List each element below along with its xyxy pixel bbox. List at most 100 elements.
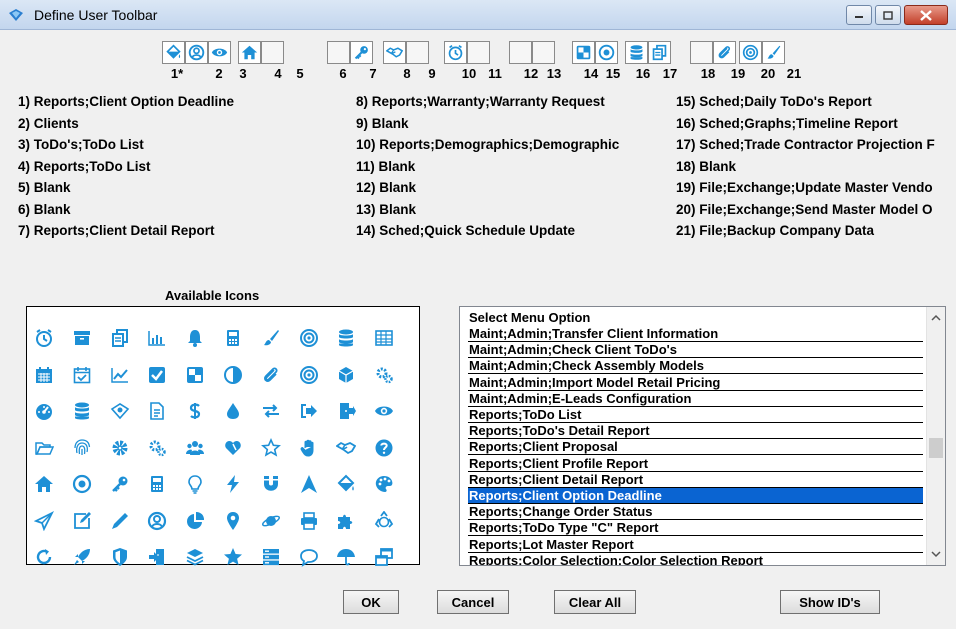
available-icon-cell[interactable] [33, 510, 55, 532]
menu-option-item[interactable]: Reports;Change Order Status [468, 504, 923, 521]
menu-option-item[interactable]: Reports;Client Option Deadline [468, 488, 923, 504]
toolbar-slot-4[interactable] [238, 41, 261, 64]
available-icon-cell[interactable] [33, 473, 55, 495]
scroll-up-icon[interactable] [931, 313, 941, 323]
toolbar-slot-18[interactable] [690, 41, 713, 64]
available-icon-cell[interactable] [373, 473, 395, 495]
toolbar-slot-9[interactable] [406, 41, 429, 64]
menu-option-item[interactable]: Reports;Color Selection;Color Selection … [468, 553, 923, 565]
cancel-button[interactable]: Cancel [437, 590, 509, 614]
available-icon-cell[interactable] [373, 546, 395, 568]
available-icon-cell[interactable] [373, 327, 395, 349]
menu-option-item[interactable]: Maint;Admin;Import Model Retail Pricing [468, 375, 923, 391]
menu-option-item[interactable]: Reports;Client Detail Report [468, 472, 923, 488]
menu-option-item[interactable]: Maint;Admin;E-Leads Configuration [468, 391, 923, 407]
toolbar-slot-5[interactable] [261, 41, 284, 64]
available-icon-cell[interactable] [222, 546, 244, 568]
menu-option-item[interactable]: Reports;ToDo List [468, 407, 923, 423]
available-icon-cell[interactable] [71, 510, 93, 532]
toolbar-slot-6[interactable] [327, 41, 350, 64]
toolbar-slot-10[interactable] [444, 41, 467, 64]
toolbar-slot-15[interactable] [595, 41, 618, 64]
available-icon-cell[interactable] [298, 473, 320, 495]
scroll-thumb[interactable] [929, 438, 943, 458]
available-icon-cell[interactable] [109, 473, 131, 495]
available-icon-cell[interactable] [298, 437, 320, 459]
available-icon-cell[interactable] [184, 437, 206, 459]
available-icon-cell[interactable] [146, 546, 168, 568]
menu-option-list[interactable]: Maint;Admin;Transfer Client Information M… [459, 306, 946, 566]
available-icon-cell[interactable] [33, 364, 55, 386]
available-icon-cell[interactable] [71, 437, 93, 459]
available-icon-cell[interactable] [298, 546, 320, 568]
available-icon-cell[interactable] [298, 400, 320, 422]
available-icon-cell[interactable] [109, 546, 131, 568]
available-icon-cell[interactable] [222, 327, 244, 349]
available-icon-cell[interactable] [260, 546, 282, 568]
available-icon-cell[interactable] [33, 546, 55, 568]
available-icon-cell[interactable] [146, 437, 168, 459]
close-button[interactable] [904, 5, 948, 25]
available-icon-cell[interactable] [71, 546, 93, 568]
available-icon-cell[interactable] [335, 473, 357, 495]
menu-option-item[interactable]: Reports;ToDo Type "C" Report [468, 520, 923, 537]
available-icon-cell[interactable] [260, 364, 282, 386]
minimize-button[interactable] [846, 5, 872, 25]
available-icon-cell[interactable] [335, 546, 357, 568]
toolbar-slot-14[interactable] [572, 41, 595, 64]
menu-option-item[interactable]: Reports;Client Profile Report [468, 456, 923, 472]
available-icon-cell[interactable] [222, 400, 244, 422]
available-icon-cell[interactable] [222, 510, 244, 532]
available-icon-cell[interactable] [373, 437, 395, 459]
available-icon-cell[interactable] [109, 437, 131, 459]
menu-option-item[interactable]: Reports;Lot Master Report [468, 537, 923, 553]
available-icon-cell[interactable] [260, 473, 282, 495]
menu-option-item[interactable]: Maint;Admin;Check Assembly Models [468, 358, 923, 375]
toolbar-slot-1[interactable] [162, 41, 185, 64]
available-icon-cell[interactable] [222, 473, 244, 495]
available-icon-cell[interactable] [146, 473, 168, 495]
available-icon-cell[interactable] [109, 400, 131, 422]
available-icon-cell[interactable] [335, 437, 357, 459]
available-icon-cell[interactable] [373, 510, 395, 532]
toolbar-slot-8[interactable] [383, 41, 406, 64]
available-icon-cell[interactable] [335, 364, 357, 386]
available-icon-cell[interactable] [109, 364, 131, 386]
toolbar-slot-13[interactable] [532, 41, 555, 64]
available-icon-cell[interactable] [260, 510, 282, 532]
toolbar-slot-16[interactable] [625, 41, 648, 64]
available-icon-cell[interactable] [373, 364, 395, 386]
available-icon-cell[interactable] [184, 327, 206, 349]
menu-option-item[interactable]: Maint;Admin;Transfer Client Information [468, 326, 923, 342]
available-icon-cell[interactable] [222, 364, 244, 386]
available-icon-cell[interactable] [184, 400, 206, 422]
scroll-down-icon[interactable] [931, 549, 941, 559]
available-icon-cell[interactable] [335, 400, 357, 422]
available-icon-cell[interactable] [298, 364, 320, 386]
maximize-button[interactable] [875, 5, 901, 25]
available-icon-cell[interactable] [146, 510, 168, 532]
toolbar-slot-21[interactable] [762, 41, 785, 64]
clear-all-button[interactable]: Clear All [554, 590, 636, 614]
toolbar-slot-3[interactable] [208, 41, 231, 64]
available-icon-cell[interactable] [335, 327, 357, 349]
available-icon-cell[interactable] [146, 327, 168, 349]
menu-option-item[interactable]: Maint;Admin;Check Client ToDo's [468, 342, 923, 359]
available-icon-cell[interactable] [33, 327, 55, 349]
available-icon-cell[interactable] [71, 364, 93, 386]
available-icon-cell[interactable] [184, 364, 206, 386]
available-icon-cell[interactable] [71, 473, 93, 495]
available-icon-cell[interactable] [109, 327, 131, 349]
available-icon-cell[interactable] [260, 437, 282, 459]
available-icon-cell[interactable] [298, 510, 320, 532]
toolbar-slot-19[interactable] [713, 41, 736, 64]
available-icon-cell[interactable] [71, 327, 93, 349]
toolbar-slot-20[interactable] [739, 41, 762, 64]
available-icon-cell[interactable] [373, 400, 395, 422]
available-icon-cell[interactable] [109, 510, 131, 532]
show-ids-button[interactable]: Show ID's [780, 590, 880, 614]
toolbar-slot-12[interactable] [509, 41, 532, 64]
available-icon-cell[interactable] [146, 364, 168, 386]
available-icon-cell[interactable] [335, 510, 357, 532]
menu-list-scrollbar[interactable] [926, 307, 945, 565]
